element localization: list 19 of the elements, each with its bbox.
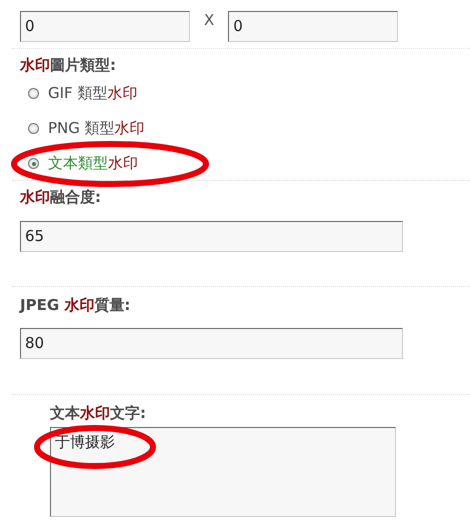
radio-label[interactable]: GIF 類型水印 [48,84,138,103]
dimension-separator: X [204,11,214,29]
input-field[interactable]: 0 [228,11,398,42]
radio-label[interactable]: 文本類型水印 [48,154,138,173]
field-label: 水印融合度: [20,187,101,207]
radio-option[interactable]: 文本類型水印 [20,145,470,182]
input-field[interactable]: 0 [20,11,190,42]
field-label: 水印圖片類型: [20,55,116,75]
radio-button[interactable] [28,88,39,99]
radio-option[interactable]: PNG 類型水印 [20,110,470,147]
input-field[interactable]: 80 [20,328,403,359]
field-label: JPEG 水印質量: [20,295,130,315]
radio-option[interactable]: GIF 類型水印 [20,75,470,112]
field-label: 文本水印文字: [50,403,146,423]
radio-button[interactable] [28,158,39,169]
radio-button[interactable] [28,123,39,134]
radio-label[interactable]: PNG 類型水印 [48,119,145,138]
input-field[interactable]: 65 [20,221,403,252]
input-field[interactable]: 于博摄影 [50,427,396,517]
